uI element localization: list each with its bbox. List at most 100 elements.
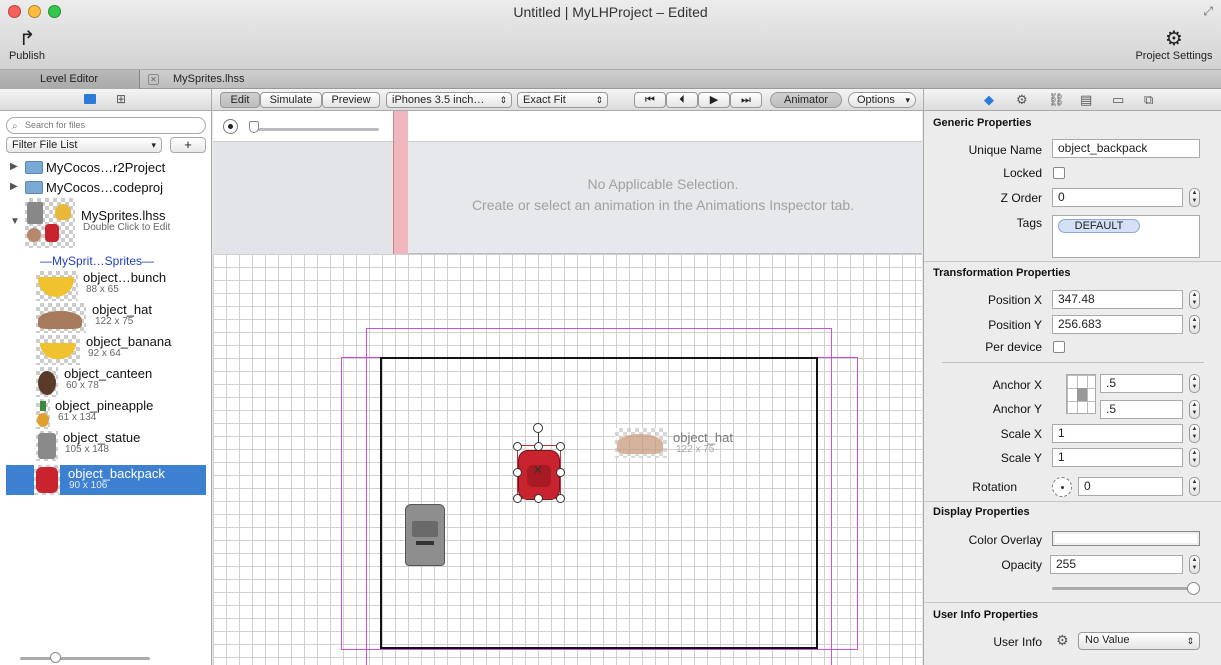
resize-handle-bm[interactable] (534, 494, 543, 503)
step-back-button[interactable]: ⏴ (666, 92, 698, 108)
tag-default[interactable]: DEFAULT (1058, 219, 1140, 233)
resize-handle-tm[interactable] (534, 442, 543, 451)
tree-item-project[interactable]: ▶ MyCocos…r2Project (0, 158, 211, 177)
fit-select[interactable]: Exact Fit ⇕ (517, 92, 608, 108)
position-y-field[interactable]: 256.683 (1052, 315, 1183, 334)
sprite-item-hat[interactable]: object_hat 122 x 75 (0, 301, 211, 333)
preview-mode-button[interactable]: Preview (322, 92, 380, 108)
scale-x-field[interactable]: 1 (1052, 424, 1183, 443)
simulate-mode-button[interactable]: Simulate (260, 92, 322, 108)
animator-button[interactable]: Animator (770, 92, 842, 108)
resize-handle-tl[interactable] (513, 442, 522, 451)
statue-sprite[interactable] (405, 504, 445, 566)
z-order-field[interactable]: 0 (1052, 188, 1183, 207)
opacity-field[interactable]: 255 (1050, 555, 1183, 574)
disclosure-open-icon[interactable]: ▼ (10, 216, 20, 227)
skip-back-icon: ⏮ (645, 94, 655, 106)
file-browser-toolbar: ⊞ (0, 89, 211, 111)
opacity-slider[interactable] (1052, 587, 1197, 590)
edit-mode-button[interactable]: Edit (220, 92, 260, 108)
user-info-select[interactable]: No Value ⇕ (1078, 632, 1200, 650)
timeline-zoom-slider[interactable] (251, 128, 379, 131)
disclosure-triangle-icon[interactable]: ▶ (10, 161, 18, 172)
add-file-button[interactable]: + (170, 137, 206, 153)
sprite-item-banana[interactable]: object_banana 92 x 64 (0, 333, 211, 365)
step-forward-button[interactable]: ⏭ (730, 92, 762, 108)
sprite-item-statue[interactable]: object_statue 105 x 148 (0, 429, 211, 461)
rotation-stepper[interactable]: ▲ ▼ (1189, 477, 1200, 496)
project-settings-button[interactable]: ⚙ Project Settings (1132, 28, 1216, 62)
anchor-x-stepper[interactable]: ▲ ▼ (1189, 374, 1200, 393)
banana-thumbnail (36, 335, 80, 365)
position-x-stepper[interactable]: ▲ ▼ (1189, 290, 1200, 309)
resize-handle-tr[interactable] (556, 442, 565, 451)
opacity-slider-knob[interactable] (1187, 582, 1200, 595)
search-input[interactable]: ⌕ Search for files (6, 117, 206, 134)
tags-field[interactable]: DEFAULT (1052, 215, 1200, 258)
z-order-stepper[interactable]: ▲ ▼ (1189, 188, 1200, 207)
resize-handle-ml[interactable] (513, 468, 522, 477)
filter-file-list-select[interactable]: Filter File List ▾ (6, 137, 162, 153)
window-title: Untitled | MyLHProject – Edited (513, 4, 708, 20)
tree-item-codeproj[interactable]: ▶ MyCocos…codeproj (0, 178, 211, 197)
sprite-item-backpack[interactable]: object_backpack 90 x 106 (6, 465, 206, 495)
record-button[interactable] (223, 119, 238, 134)
joints-tab-icon[interactable]: ⛓ (1048, 92, 1065, 108)
play-button[interactable]: ▶ (698, 92, 730, 108)
rotation-field[interactable]: 0 (1078, 477, 1183, 496)
tree-item-spritesheet[interactable]: ▼ MySprites.lhss Double Click to Edit (0, 198, 211, 248)
resize-handle-bl[interactable] (513, 494, 522, 503)
hat-preview-size: 122 x 75 (676, 444, 715, 455)
color-overlay-well[interactable] (1052, 531, 1200, 546)
locked-checkbox[interactable] (1053, 167, 1065, 179)
disclosure-triangle-icon[interactable]: ▶ (10, 181, 18, 192)
timeline-playhead[interactable] (393, 111, 408, 254)
level-canvas[interactable]: ✕ object_hat 122 x 75 (213, 254, 922, 665)
rotation-dial[interactable] (1052, 477, 1072, 497)
thumbnail-size-slider[interactable] (20, 657, 150, 660)
anchor-x-field[interactable]: .5 (1100, 374, 1183, 393)
physics-tab-icon[interactable]: ⚙ (1016, 92, 1028, 108)
hat-drag-preview[interactable] (615, 428, 667, 458)
close-tab-icon[interactable]: ✕ (148, 74, 159, 85)
rotation-handle[interactable] (533, 423, 543, 433)
tab-level-editor[interactable]: Level Editor (0, 70, 140, 89)
filter-label: Filter File List (12, 139, 78, 151)
properties-tab-icon[interactable]: ◆ (984, 92, 994, 108)
position-x-field[interactable]: 347.48 (1052, 290, 1183, 309)
anchor-grid[interactable] (1066, 374, 1096, 414)
anchor-y-field[interactable]: .5 (1100, 400, 1183, 419)
sprite-name: object_pineapple (55, 398, 154, 413)
user-info-gear-icon[interactable]: ⚙ (1056, 632, 1069, 649)
unique-name-label: Unique Name (968, 143, 1042, 157)
publish-label: Publish (8, 50, 46, 62)
hierarchy-icon[interactable]: ⊞ (116, 92, 126, 106)
sprite-item-pineapple[interactable]: object_pineapple 61 x 134 (0, 397, 211, 429)
publish-button[interactable]: ↱ Publish (6, 28, 48, 62)
thumbnail-size-slider-knob[interactable] (50, 652, 61, 663)
timeline-zoom-knob[interactable] (249, 121, 259, 133)
sprite-item-bunch[interactable]: object…bunch 88 x 65 (0, 269, 211, 301)
scale-y-stepper[interactable]: ▲ ▼ (1189, 448, 1200, 467)
position-y-stepper[interactable]: ▲ ▼ (1189, 315, 1200, 334)
sprite-item-canteen[interactable]: object_canteen 60 x 78 (0, 365, 211, 397)
rewind-to-start-button[interactable]: ⏮ (634, 92, 666, 108)
sprite-name: object…bunch (83, 270, 167, 285)
scale-y-field[interactable]: 1 (1052, 448, 1183, 467)
device-select[interactable]: iPhones 3.5 inch… ⇕ (386, 92, 512, 108)
animations-tab-icon[interactable]: ▤ (1080, 92, 1092, 108)
opacity-stepper[interactable]: ▲ ▼ (1189, 555, 1200, 574)
resize-handle-mr[interactable] (556, 468, 565, 477)
resize-handle-br[interactable] (556, 494, 565, 503)
options-button[interactable]: Options ▾ (848, 92, 916, 108)
anchor-y-stepper[interactable]: ▲ ▼ (1189, 400, 1200, 419)
fullscreen-icon[interactable]: ⤢ (1203, 4, 1213, 19)
tab-mysprites[interactable]: ✕ MySprites.lhss (140, 70, 340, 89)
folder-icon[interactable] (84, 94, 96, 104)
per-device-checkbox[interactable] (1053, 341, 1065, 353)
title-bar: Untitled | MyLHProject – Edited ⤢ ↱ Publ… (0, 0, 1221, 70)
camera-tab-icon[interactable]: ▭ (1112, 92, 1124, 108)
unique-name-field[interactable]: object_backpack (1052, 139, 1200, 158)
asset-tab-icon[interactable]: ⧉ (1144, 92, 1153, 108)
scale-x-stepper[interactable]: ▲ ▼ (1189, 424, 1200, 443)
